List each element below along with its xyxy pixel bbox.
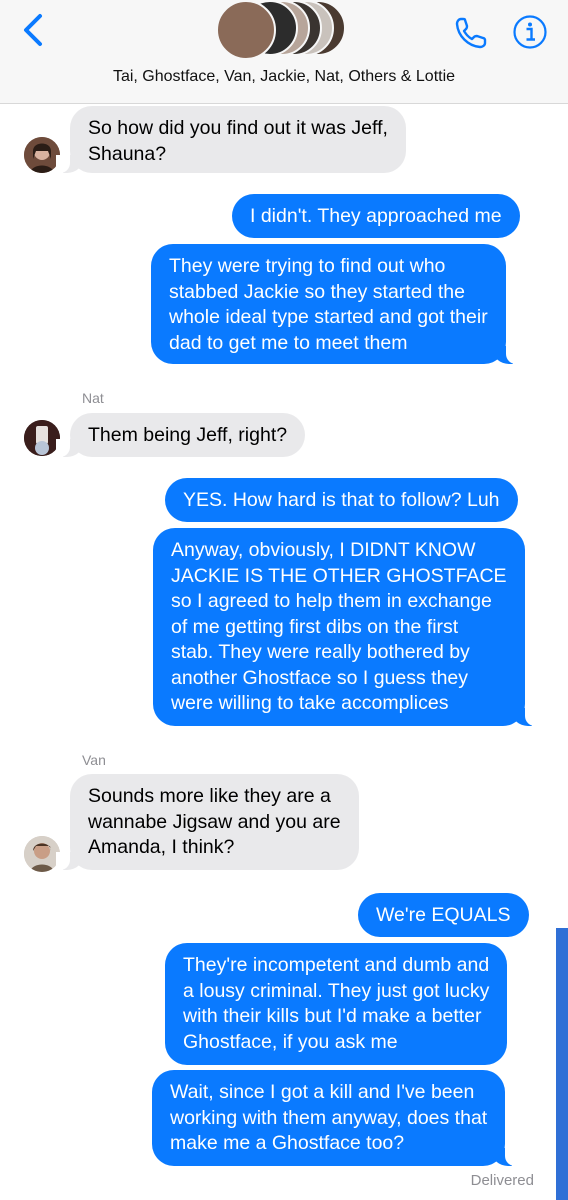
message-text: JACKIE IS THE OTHER GHOSTFACE <box>171 564 507 587</box>
message-bubble[interactable]: Anyway, obviously, I DIDNT KNOW JACKIE I… <box>153 528 539 726</box>
delivered-status: Delivered <box>470 1172 534 1189</box>
message-text: They're incompetent and dumb and <box>183 954 490 976</box>
message-bubble[interactable]: Wait, since I got a kill and I've been w… <box>152 1070 520 1166</box>
message-text: YES. How hard is that to follow? Luh <box>183 489 500 511</box>
message-text: dad to get me to meet them <box>169 331 408 354</box>
message-text: so I agreed to help them in exchange <box>171 590 492 612</box>
message-text: working with them anyway, does that <box>170 1106 488 1129</box>
message-text: stabbed Jackie so they started the <box>169 280 465 303</box>
sender-avatar[interactable] <box>24 420 60 456</box>
message-bubble[interactable]: They were trying to find out who stabbed… <box>151 244 520 364</box>
phone-icon[interactable] <box>452 14 490 52</box>
message-text: Them being Jeff, right? <box>88 424 288 446</box>
message-bubble[interactable]: YES. How hard is that to follow? Luh <box>165 478 518 522</box>
message-text: stab. They were really bothered by <box>171 641 470 663</box>
back-chevron-icon[interactable] <box>18 12 52 48</box>
message-bubble[interactable]: We're EQUALS <box>358 893 529 937</box>
message-text: Amanda, I think? <box>88 836 235 858</box>
message-text: I didn't. They approached me <box>250 205 502 227</box>
message-bubble[interactable]: So how did you find out it was Jeff, Sha… <box>56 106 406 173</box>
message-text: whole ideal type started and got their <box>169 306 488 328</box>
message-text: Wait, since I got a kill and I've been <box>170 1081 475 1103</box>
sender-avatar[interactable] <box>24 836 60 872</box>
message-text: of me getting first dibs on the first <box>171 615 459 638</box>
group-avatars[interactable] <box>216 0 356 60</box>
message-text: a lousy criminal. They just got lucky <box>183 979 490 1002</box>
scrollbar[interactable] <box>556 928 568 1200</box>
message-text: with their kills but I'd make a better <box>183 1005 482 1027</box>
message-text: Ghostface, if you ask me <box>183 1030 398 1053</box>
message-bubble[interactable]: They're incompetent and dumb and a lousy… <box>165 943 508 1065</box>
group-name[interactable]: Tai, Ghostface, Van, Jackie, Nat, Others… <box>0 68 568 86</box>
message-text: make me a Ghostface too? <box>170 1132 405 1154</box>
sender-name: Van <box>82 752 106 768</box>
conversation-header: Tai, Ghostface, Van, Jackie, Nat, Others… <box>0 0 568 104</box>
sender-avatar[interactable] <box>24 137 60 173</box>
message-text: wannabe Jigsaw and you are <box>88 810 341 833</box>
message-text: We're EQUALS <box>376 904 511 926</box>
sender-name: Nat <box>82 390 104 406</box>
message-text: Anyway, obviously, I DIDNT KNOW <box>171 539 476 561</box>
avatar <box>216 0 276 60</box>
message-text: Shauna? <box>88 142 167 165</box>
message-bubble[interactable]: Them being Jeff, right? <box>55 413 306 457</box>
message-text: were willing to take accomplices <box>171 692 449 714</box>
message-bubble[interactable]: I didn't. They approached me <box>232 194 520 238</box>
message-text: Sounds more like they are a <box>88 785 331 807</box>
message-bubble[interactable]: Sounds more like they are a wannabe Jigs… <box>56 774 359 870</box>
message-text: They were trying to find out who <box>169 255 446 277</box>
message-text: another Ghostface so I guess they <box>171 666 469 689</box>
info-icon[interactable] <box>512 14 548 50</box>
message-text: So how did you find out it was Jeff, <box>88 117 388 139</box>
